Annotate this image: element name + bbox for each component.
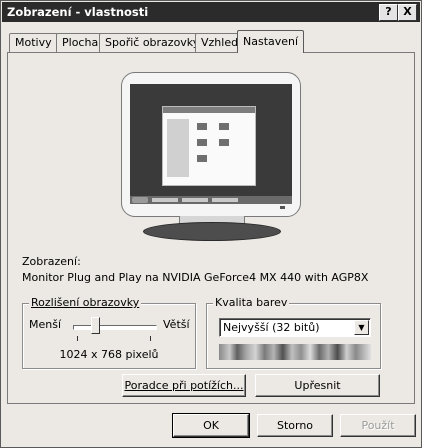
- desktop-preview: [130, 84, 292, 204]
- advanced-button[interactable]: Upřesnit: [255, 374, 380, 397]
- display-device: Monitor Plug and Play na NVIDIA GeForce4…: [22, 271, 369, 284]
- slider-ticks: [77, 336, 151, 341]
- title-bar[interactable]: Zobrazení - vlastnosti ? X: [2, 2, 420, 22]
- window-title: Zobrazení - vlastnosti: [7, 5, 149, 19]
- settings-panel: Zobrazení: Monitor Plug and Play na NVID…: [7, 52, 415, 404]
- color-quality-group-title: Kvalita barev: [213, 296, 290, 309]
- tab-motivy[interactable]: Motivy: [9, 33, 58, 52]
- ok-button[interactable]: OK: [172, 413, 250, 438]
- chevron-down-icon[interactable]: ▼: [354, 320, 369, 335]
- resolution-slider[interactable]: [69, 315, 159, 341]
- less-label: Menší: [29, 318, 62, 331]
- help-button[interactable]: ?: [379, 4, 398, 21]
- resolution-value: 1024 x 768 pixelů: [59, 348, 159, 361]
- color-quality-value: Nejvyšší (32 bitů): [223, 321, 320, 334]
- tab-plocha[interactable]: Plocha: [56, 33, 105, 52]
- resolution-group: Rozlišení obrazovky Menší Větší 1024 x 7…: [22, 296, 196, 369]
- monitor-preview: [121, 72, 301, 242]
- slider-track: [73, 325, 157, 330]
- tab-nastaveni[interactable]: Nastavení: [237, 30, 305, 53]
- color-quality-group: Kvalita barev Nejvyšší (32 bitů) ▼: [206, 296, 381, 369]
- cancel-button[interactable]: Storno: [257, 414, 333, 437]
- power-led: [280, 206, 285, 209]
- troubleshoot-button[interactable]: Poradce při potížích...: [122, 374, 246, 397]
- display-properties-window: Zobrazení - vlastnosti ? X Motivy Plocha…: [0, 0, 422, 448]
- display-label: Zobrazení:: [22, 255, 81, 268]
- color-quality-select[interactable]: Nejvyšší (32 bitů) ▼: [219, 318, 371, 337]
- tab-sporic-obrazovky[interactable]: Spořič obrazovky: [99, 33, 206, 52]
- more-label: Větší: [163, 318, 190, 331]
- preview-taskbar: [130, 196, 292, 204]
- monitor-stand: [143, 222, 281, 241]
- preview-window: [162, 106, 256, 186]
- slider-thumb[interactable]: [91, 317, 101, 334]
- resolution-group-title: Rozlišení obrazovky: [29, 296, 142, 309]
- apply-button[interactable]: Použít: [340, 414, 416, 437]
- close-button[interactable]: X: [398, 4, 417, 21]
- color-preview-bar: [219, 344, 371, 360]
- monitor-bezel: [121, 72, 301, 217]
